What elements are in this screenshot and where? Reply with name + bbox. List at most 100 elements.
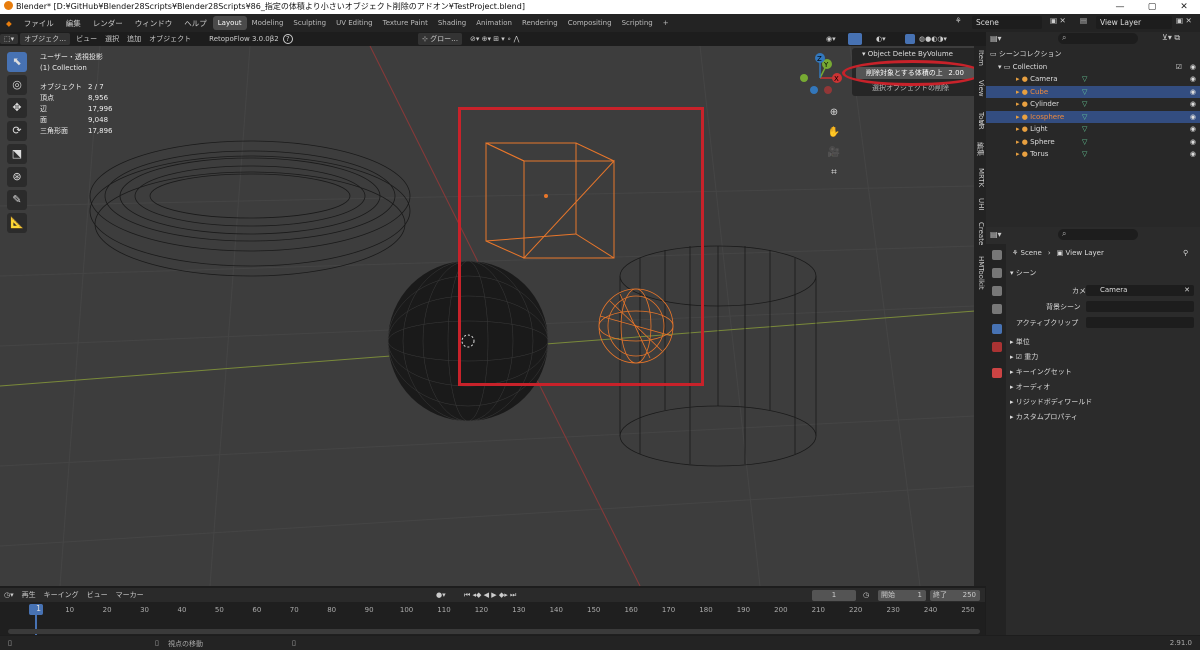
menu-edit[interactable]: 編集 bbox=[60, 18, 87, 29]
tab-edit[interactable]: 編集 bbox=[975, 142, 985, 156]
camera-view-icon[interactable]: 🎥 bbox=[826, 145, 842, 161]
properties-search-input[interactable]: ⌕ bbox=[1058, 229, 1138, 240]
tool-tab-icon[interactable] bbox=[992, 250, 1002, 260]
section-3[interactable]: ▸ オーディオ bbox=[1010, 382, 1050, 392]
menu-view[interactable]: ビュー bbox=[72, 34, 101, 44]
help-icon[interactable]: ? bbox=[282, 34, 293, 44]
snap-pivot-icons[interactable]: ⊘▾ ⊕▾ ⊞ ▾ ∘ ⋀ bbox=[470, 35, 519, 43]
scene-selector[interactable]: Scene bbox=[972, 16, 1042, 29]
background-scene-field[interactable] bbox=[1086, 301, 1194, 312]
tab-view[interactable]: View bbox=[977, 80, 985, 97]
tab-scripting[interactable]: Scripting bbox=[617, 16, 658, 30]
scene-action-icons[interactable]: ▣ ✕ bbox=[1050, 16, 1066, 25]
tab-create[interactable]: Create bbox=[977, 222, 985, 245]
eye-icon[interactable]: ◉ bbox=[1190, 86, 1196, 99]
collection-row[interactable]: ▾ ▭ Collection ☑ ◉ bbox=[986, 61, 1200, 74]
overlay-icon[interactable]: ◐▾ bbox=[876, 35, 886, 43]
tab-item[interactable]: Item bbox=[977, 50, 985, 66]
tab-compositing[interactable]: Compositing bbox=[563, 16, 617, 30]
properties-editor-icon[interactable]: ▤▾ bbox=[990, 230, 1002, 239]
menu-file[interactable]: ファイル bbox=[18, 18, 60, 29]
clear-icon[interactable]: ✕ bbox=[1184, 285, 1190, 296]
tab-texture-paint[interactable]: Texture Paint bbox=[378, 16, 433, 30]
mode-selector[interactable]: オブジェク… bbox=[20, 33, 71, 45]
editor-type-button[interactable]: ⬚▾ bbox=[0, 34, 19, 44]
tab-modeling[interactable]: Modeling bbox=[247, 16, 289, 30]
retopoflow-menu[interactable]: RetopoFlow 3.0.0β2 bbox=[205, 35, 283, 43]
scene-tab-icon[interactable] bbox=[992, 324, 1002, 334]
menu-render[interactable]: レンダー bbox=[87, 18, 129, 29]
xray-toggle-icon[interactable] bbox=[905, 34, 915, 44]
outliner-editor-icon[interactable]: ▤▾ bbox=[990, 34, 1002, 43]
select-tool-icon[interactable]: ⬉ bbox=[7, 52, 27, 72]
perspective-grid-icon[interactable]: ⌗ bbox=[826, 165, 842, 181]
tab-shading[interactable]: Shading bbox=[433, 16, 471, 30]
output-tab-icon[interactable] bbox=[992, 286, 1002, 296]
timeline-area[interactable]: 1102030405060708090100110120130140150160… bbox=[0, 602, 985, 635]
shading-modes-icon[interactable]: ◍●◐◑▾ bbox=[919, 35, 947, 43]
add-workspace-button[interactable]: + bbox=[658, 16, 674, 30]
scale-tool-icon[interactable]: ⬔ bbox=[7, 144, 27, 164]
outliner-item-light[interactable]: ▸ ● Light ▽ ◉ bbox=[986, 123, 1200, 136]
playback-controls[interactable]: ⏮ ◂◆ ◀ ▶ ◆▸ ⏭ bbox=[464, 591, 516, 600]
tab-uv-editing[interactable]: UV Editing bbox=[331, 16, 378, 30]
menu-timeline-view[interactable]: ビュー bbox=[83, 590, 112, 600]
menu-help[interactable]: ヘルプ bbox=[178, 18, 213, 29]
outliner-item-icosphere[interactable]: ▸ ● Icosphere ▽ ◉ bbox=[986, 110, 1200, 124]
move-tool-icon[interactable]: ✥ bbox=[7, 98, 27, 118]
annotate-tool-icon[interactable]: ✎ bbox=[7, 190, 27, 210]
section-4[interactable]: ▸ リジッドボディワールド bbox=[1010, 397, 1092, 407]
menu-add[interactable]: 追加 bbox=[123, 34, 145, 44]
menu-keying[interactable]: キーイング bbox=[40, 590, 83, 600]
start-frame-field[interactable]: 開始 1 bbox=[878, 589, 926, 601]
end-frame-field[interactable]: 終了 250 bbox=[930, 589, 980, 601]
view-layer-action-icons[interactable]: ▣ ✕ bbox=[1176, 16, 1192, 25]
eye-icon[interactable]: ◉ bbox=[1190, 98, 1196, 111]
measure-tool-icon[interactable]: 📐 bbox=[7, 213, 27, 233]
eye-icon[interactable]: ◉ bbox=[1190, 73, 1196, 86]
tab-animation[interactable]: Animation bbox=[471, 16, 517, 30]
tab-mrtk[interactable]: MRTK bbox=[977, 168, 985, 187]
zoom-icon[interactable]: ⊕ bbox=[826, 105, 842, 121]
tab-hmtoolkit[interactable]: HMToolkit bbox=[977, 256, 985, 290]
visibility-icon[interactable]: ◉▾ bbox=[826, 35, 836, 43]
world-tab-icon[interactable] bbox=[992, 342, 1002, 352]
blender-menu-icon[interactable]: ◆ bbox=[0, 19, 18, 28]
timeline-editor-icon[interactable]: ◷▾ bbox=[0, 591, 18, 599]
menu-select[interactable]: 選択 bbox=[101, 34, 123, 44]
section-2[interactable]: ▸ キーイングセット bbox=[1010, 367, 1072, 377]
menu-marker[interactable]: マーカー bbox=[112, 590, 148, 600]
timeline-scrollbar[interactable] bbox=[8, 629, 980, 634]
close-button[interactable]: ✕ bbox=[1168, 0, 1200, 14]
minimize-button[interactable]: — bbox=[1104, 0, 1136, 14]
eye-icon[interactable]: ◉ bbox=[1190, 123, 1196, 136]
view-layer-tab-icon[interactable] bbox=[992, 304, 1002, 314]
pan-hand-icon[interactable]: ✋ bbox=[826, 125, 842, 141]
outliner-item-torus[interactable]: ▸ ● Torus ▽ ◉ bbox=[986, 148, 1200, 161]
outliner-item-camera[interactable]: ▸ ● Camera ▽ ◉ bbox=[986, 73, 1200, 86]
section-1[interactable]: ▸ ☑ 重力 bbox=[1010, 352, 1038, 362]
eye-icon[interactable]: ◉ bbox=[1190, 136, 1196, 149]
eye-icon[interactable]: ◉ bbox=[1190, 111, 1196, 124]
cursor-tool-icon[interactable]: ◎ bbox=[7, 75, 27, 95]
filter-icon[interactable]: ⊻▾ ⧉ bbox=[1162, 33, 1180, 43]
outliner-search-input[interactable]: ⌕ bbox=[1058, 33, 1138, 44]
tab-vr[interactable]: VR bbox=[977, 120, 985, 130]
transform-tool-icon[interactable]: ⊛ bbox=[7, 167, 27, 187]
gizmo-toggle-icon[interactable] bbox=[848, 33, 862, 45]
tab-sculpting[interactable]: Sculpting bbox=[288, 16, 331, 30]
navigation-gizmo[interactable]: X Y Z bbox=[790, 50, 850, 110]
outliner-item-cube[interactable]: ▸ ● Cube ▽ ◉ bbox=[986, 85, 1200, 99]
record-button[interactable]: ●▾ bbox=[436, 591, 446, 599]
outliner-item-cylinder[interactable]: ▸ ● Cylinder ▽ ◉ bbox=[986, 98, 1200, 111]
rotate-tool-icon[interactable]: ⟳ bbox=[7, 121, 27, 141]
checkbox-icon[interactable]: ☑ bbox=[1176, 61, 1182, 74]
maximize-button[interactable]: ▢ bbox=[1136, 0, 1168, 14]
section-0[interactable]: ▸ 単位 bbox=[1010, 337, 1030, 347]
active-clip-field[interactable] bbox=[1086, 317, 1194, 328]
outliner-item-sphere[interactable]: ▸ ● Sphere ▽ ◉ bbox=[986, 136, 1200, 149]
texture-tab-icon[interactable] bbox=[992, 368, 1002, 378]
eye-icon[interactable]: ◉ bbox=[1190, 148, 1196, 161]
scene-panel-header[interactable]: ▾ シーン bbox=[1010, 268, 1036, 278]
view-layer-selector[interactable]: View Layer bbox=[1096, 16, 1172, 29]
